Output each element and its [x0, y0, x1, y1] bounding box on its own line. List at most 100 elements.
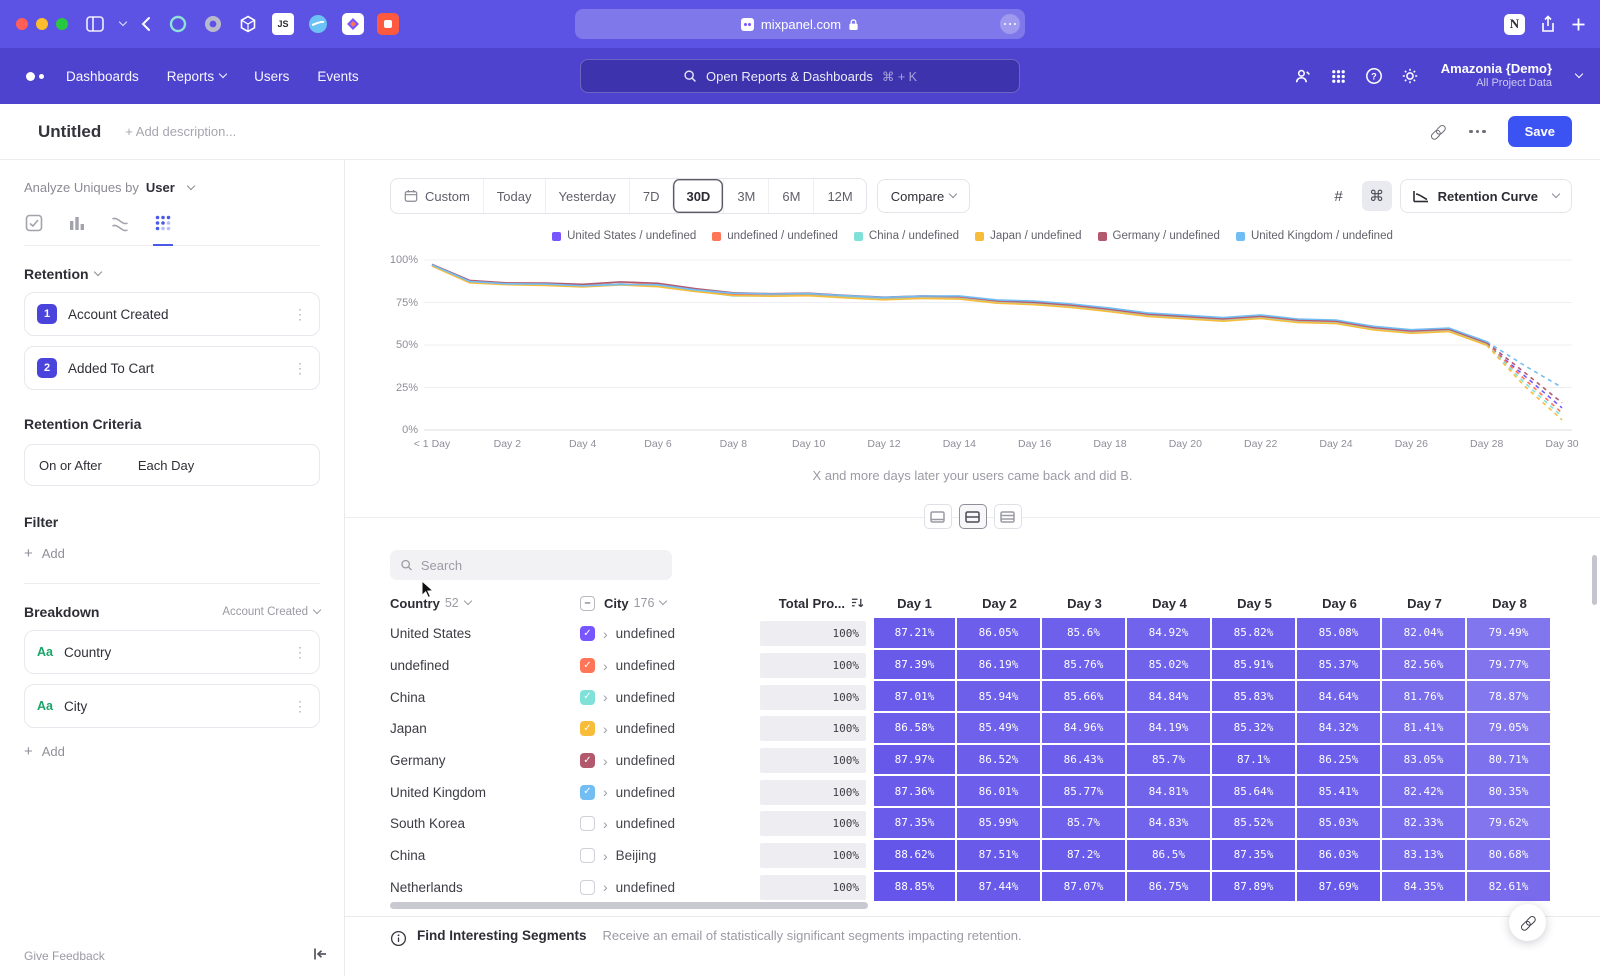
cell-day-value[interactable]: 86.43%	[1042, 745, 1127, 777]
browser-back-button[interactable]	[140, 16, 151, 32]
date-range-6m[interactable]: 6M	[768, 179, 813, 213]
cell-day-value[interactable]: 85.76%	[1042, 650, 1127, 682]
cell-day-value[interactable]: 84.32%	[1297, 713, 1382, 745]
help-icon[interactable]: ?	[1365, 67, 1383, 85]
cell-day-value[interactable]: 87.36%	[872, 776, 957, 808]
nav-item-events[interactable]: Events	[317, 69, 358, 84]
column-header-day-5[interactable]: Day 5	[1212, 588, 1297, 618]
cell-day-value[interactable]: 86.58%	[872, 713, 957, 745]
cell-day-value[interactable]: 84.83%	[1127, 808, 1212, 840]
cell-day-value[interactable]: 85.41%	[1297, 776, 1382, 808]
cell-city[interactable]: ✓›undefined	[580, 618, 760, 650]
expand-row-icon[interactable]: ›	[603, 721, 608, 737]
tab-retention[interactable]	[153, 213, 173, 233]
expand-row-icon[interactable]: ›	[603, 816, 608, 832]
cell-city[interactable]: ›undefined	[580, 808, 760, 840]
global-search-button[interactable]: Open Reports & Dashboards ⌘ + K	[580, 59, 1020, 93]
column-header-day-7[interactable]: Day 7	[1382, 588, 1467, 618]
segments-title[interactable]: Find Interesting Segments	[417, 928, 587, 943]
step-menu-icon[interactable]: ⋮	[293, 306, 307, 323]
step-menu-icon[interactable]: ⋮	[293, 360, 307, 377]
cell-day-value[interactable]: 82.56%	[1382, 650, 1467, 682]
cell-day-value[interactable]: 86.01%	[957, 776, 1042, 808]
expand-row-icon[interactable]: ›	[603, 784, 608, 800]
cell-city[interactable]: ✓›undefined	[580, 713, 760, 745]
cell-day-value[interactable]: 85.94%	[957, 681, 1042, 713]
expand-row-icon[interactable]: ›	[603, 689, 608, 705]
project-switcher[interactable]: Amazonia {Demo} All Project Data	[1441, 61, 1552, 91]
cell-day-value[interactable]: 85.83%	[1212, 681, 1297, 713]
cell-day-value[interactable]: 86.05%	[957, 618, 1042, 650]
cell-day-value[interactable]: 86.52%	[957, 745, 1042, 777]
more-options-icon[interactable]	[1469, 130, 1486, 134]
cell-day-value[interactable]: 85.37%	[1297, 650, 1382, 682]
retention-step-account-created[interactable]: 1Account Created⋮	[24, 292, 320, 336]
table-search[interactable]	[390, 550, 672, 580]
save-button[interactable]: Save	[1508, 116, 1572, 147]
maximize-window-button[interactable]	[56, 18, 68, 30]
cell-day-value[interactable]: 86.75%	[1127, 872, 1212, 904]
url-more-button[interactable]	[1000, 14, 1020, 34]
retention-section-title[interactable]: Retention	[24, 266, 89, 282]
cell-day-value[interactable]: 87.89%	[1212, 872, 1297, 904]
cell-day-value[interactable]: 86.25%	[1297, 745, 1382, 777]
account-data-icon[interactable]	[1293, 67, 1312, 86]
cell-day-value[interactable]: 84.81%	[1127, 776, 1212, 808]
nav-item-users[interactable]: Users	[254, 69, 289, 84]
breakdown-scope-select[interactable]: Account Created	[222, 606, 320, 618]
cell-day-value[interactable]: 82.04%	[1382, 618, 1467, 650]
cell-day-value[interactable]: 85.99%	[957, 808, 1042, 840]
copy-link-icon[interactable]	[1425, 119, 1450, 144]
cell-day-value[interactable]: 87.07%	[1042, 872, 1127, 904]
cell-country[interactable]: China	[390, 681, 580, 713]
extension-icon[interactable]	[342, 13, 364, 35]
cell-day-value[interactable]: 81.76%	[1382, 681, 1467, 713]
table-search-input[interactable]	[421, 558, 662, 573]
cell-day-value[interactable]: 85.02%	[1127, 650, 1212, 682]
date-range-custom[interactable]: Custom	[391, 179, 483, 213]
column-header-day-4[interactable]: Day 4	[1127, 588, 1212, 618]
cell-day-value[interactable]: 86.03%	[1297, 840, 1382, 872]
cell-day-value[interactable]: 85.52%	[1212, 808, 1297, 840]
new-tab-icon[interactable]	[1571, 17, 1586, 32]
cell-country[interactable]: United States	[390, 618, 580, 650]
cell-city[interactable]: ✓›undefined	[580, 776, 760, 808]
breakdown-menu-icon[interactable]: ⋮	[293, 698, 307, 715]
column-header-total[interactable]: Total Pro...	[760, 588, 872, 618]
cell-day-value[interactable]: 80.35%	[1467, 776, 1552, 808]
cell-day-value[interactable]: 85.08%	[1297, 618, 1382, 650]
column-header-day-6[interactable]: Day 6	[1297, 588, 1382, 618]
vertical-scrollbar[interactable]	[1592, 555, 1597, 605]
extension-icon[interactable]	[202, 13, 224, 35]
cell-day-value[interactable]: 83.13%	[1382, 840, 1467, 872]
expand-row-icon[interactable]: ›	[603, 879, 608, 895]
breakdown-item-country[interactable]: AaCountry⋮	[24, 630, 320, 674]
minimize-window-button[interactable]	[36, 18, 48, 30]
date-range-12m[interactable]: 12M	[813, 179, 865, 213]
tab-funnels[interactable]	[67, 213, 87, 233]
table-only-view-button[interactable]	[994, 504, 1022, 529]
cell-day-value[interactable]: 80.71%	[1467, 745, 1552, 777]
add-filter-button[interactable]: + Add	[24, 546, 320, 561]
cell-city[interactable]: ›undefined	[580, 872, 760, 904]
legend-item-japan-undefined[interactable]: Japan / undefined	[975, 230, 1081, 242]
legend-item-united-kingdom-undefined[interactable]: United Kingdom / undefined	[1236, 230, 1393, 242]
cell-day-value[interactable]: 87.21%	[872, 618, 957, 650]
cell-day-value[interactable]: 86.19%	[957, 650, 1042, 682]
split-view-button[interactable]	[959, 504, 987, 529]
column-header-day-2[interactable]: Day 2	[957, 588, 1042, 618]
analyze-entity-select[interactable]: User	[146, 180, 175, 195]
cell-day-value[interactable]: 86.5%	[1127, 840, 1212, 872]
extension-icon[interactable]	[377, 13, 399, 35]
cell-day-value[interactable]: 84.92%	[1127, 618, 1212, 650]
url-bar[interactable]: mixpanel.com	[575, 9, 1025, 39]
cell-day-value[interactable]: 87.1%	[1212, 745, 1297, 777]
cell-country[interactable]: Japan	[390, 713, 580, 745]
criteria-operator[interactable]: On or After	[39, 458, 102, 473]
cell-day-value[interactable]: 80.68%	[1467, 840, 1552, 872]
column-header-day-1[interactable]: Day 1	[872, 588, 957, 618]
cell-day-value[interactable]: 84.96%	[1042, 713, 1127, 745]
cell-day-value[interactable]: 87.44%	[957, 872, 1042, 904]
breakdown-menu-icon[interactable]: ⋮	[293, 644, 307, 661]
date-range-30d[interactable]: 30D	[672, 179, 723, 213]
